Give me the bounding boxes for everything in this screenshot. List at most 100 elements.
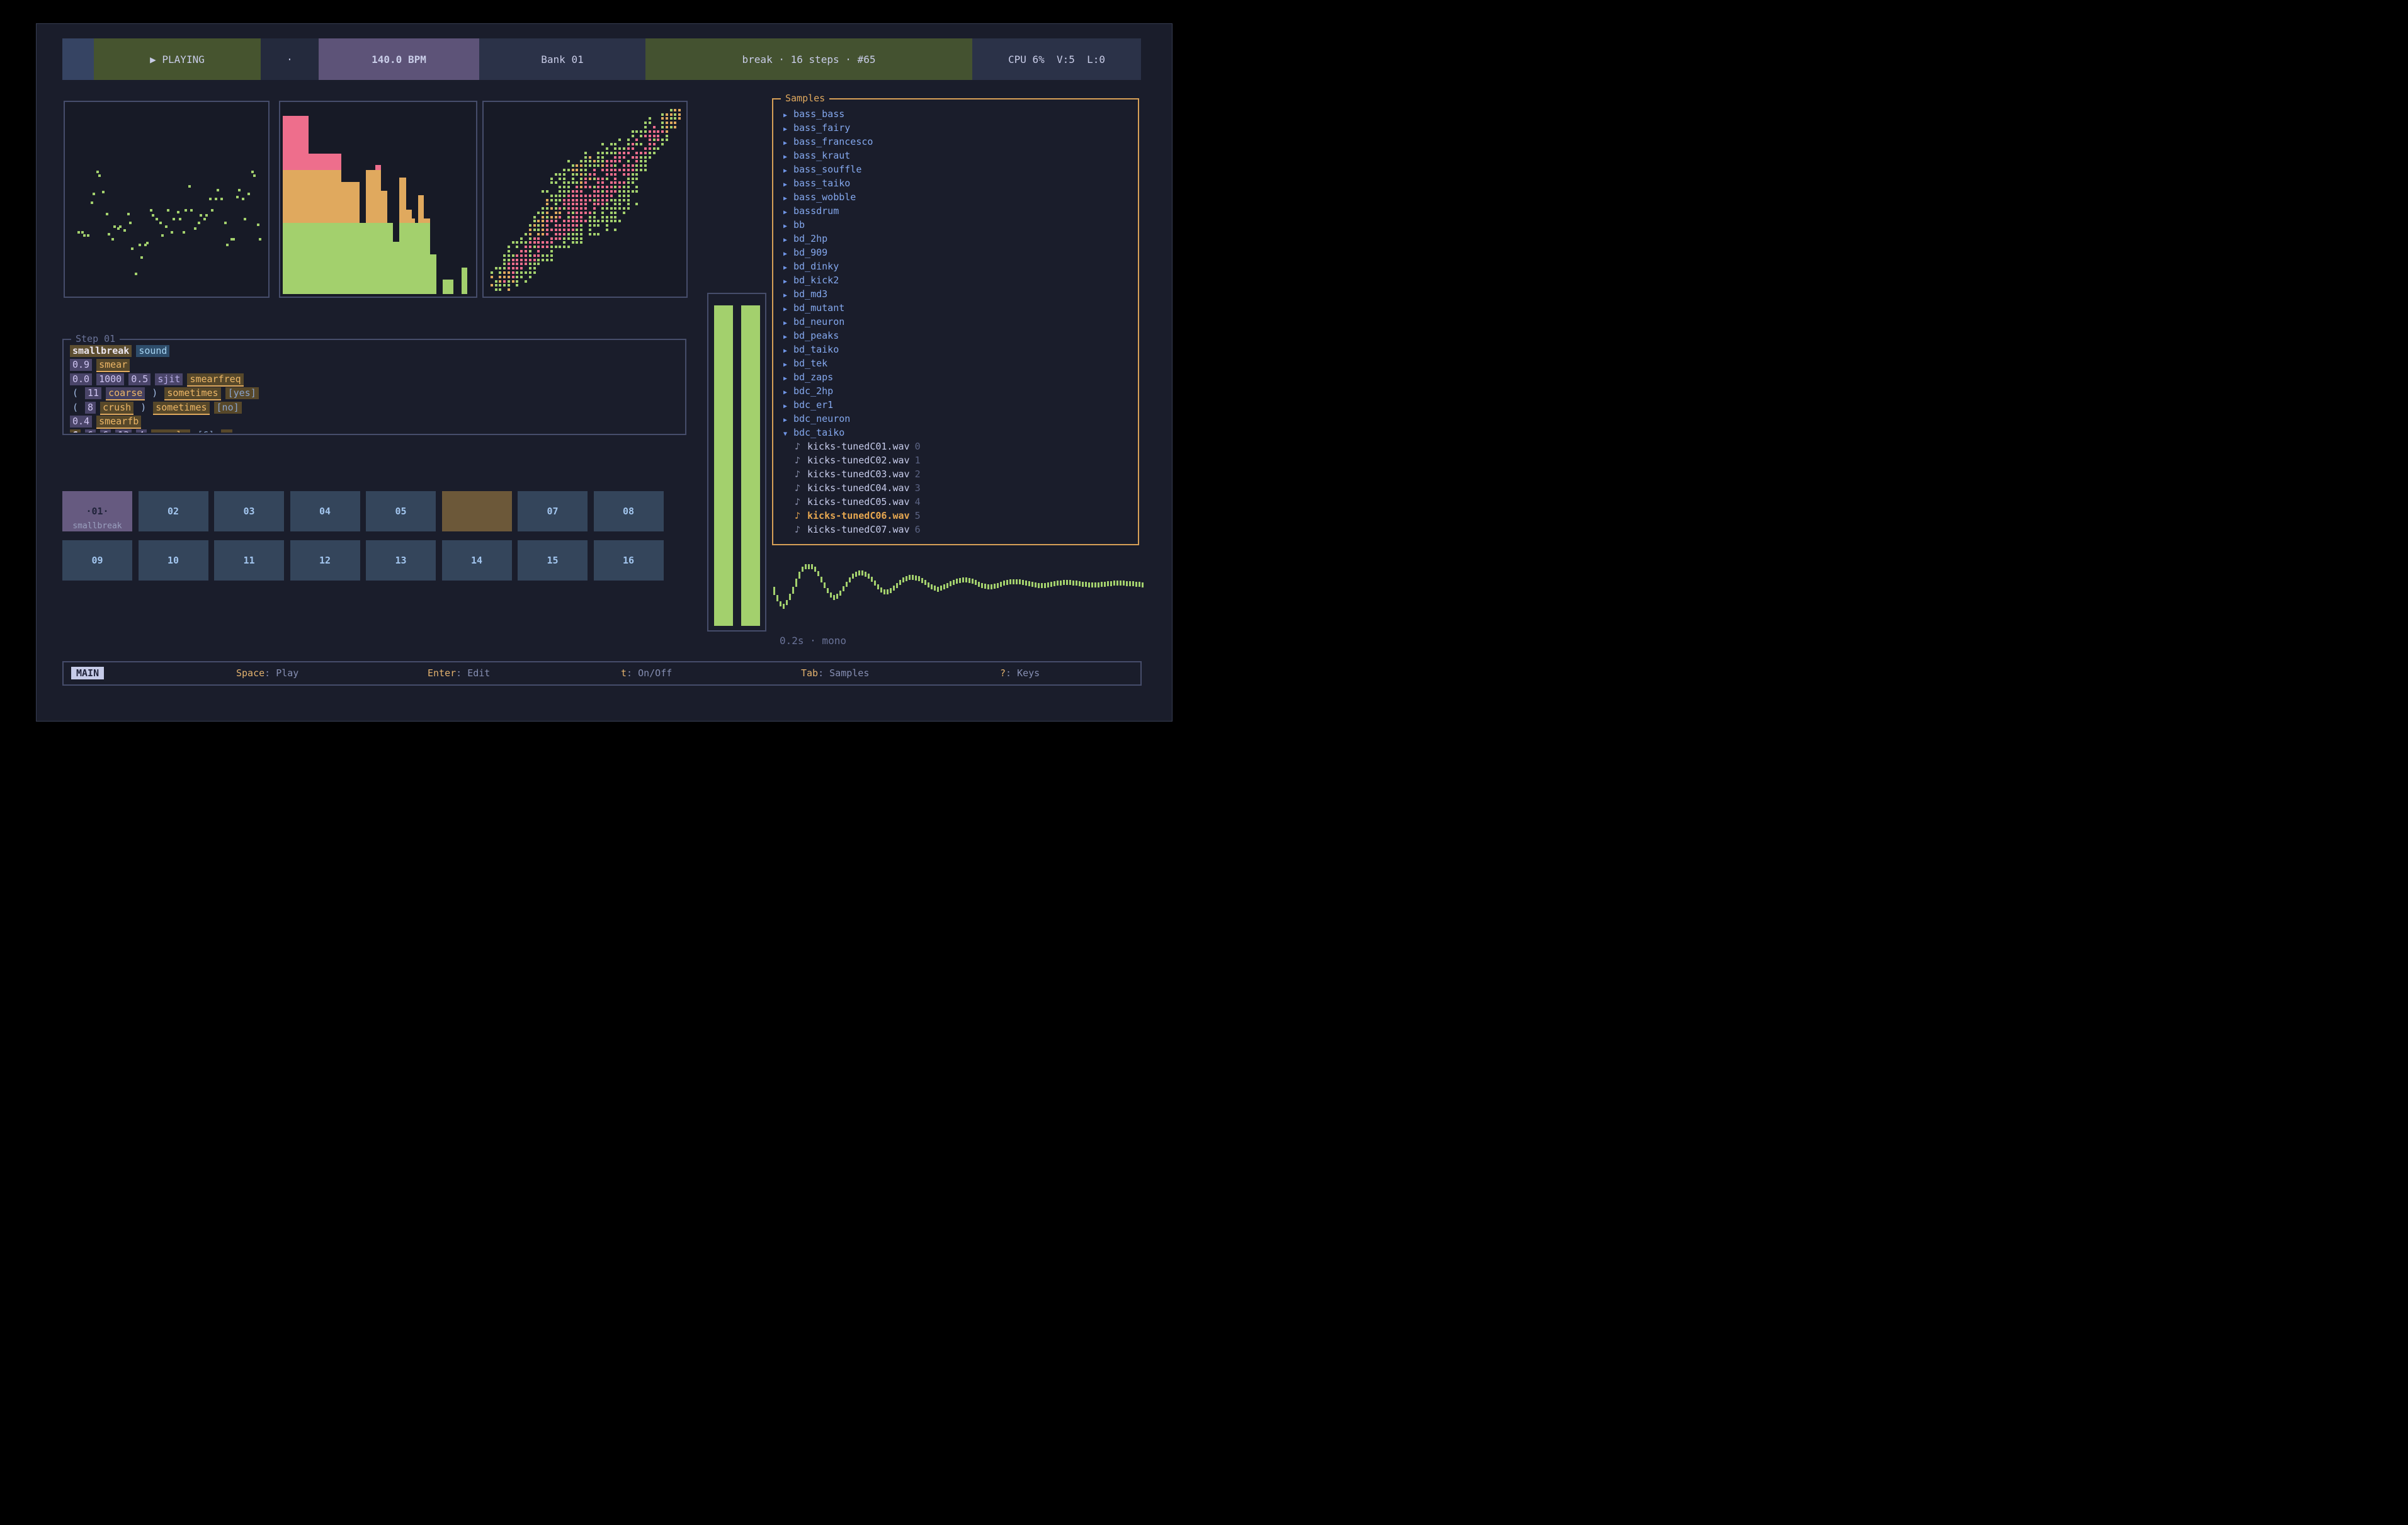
step-cell-label: 14: [471, 555, 482, 566]
sample-folder-row[interactable]: ▶bass_bass: [773, 107, 1137, 121]
sample-folder-row[interactable]: ▶bass_souffle: [773, 162, 1137, 176]
code-token[interactable]: ): [149, 387, 160, 399]
sample-folder-row[interactable]: ▶bd_mutant: [773, 301, 1137, 315]
step-cell-6[interactable]: 06: [442, 491, 512, 531]
transport-segment-gap[interactable]: ·: [261, 38, 319, 80]
step-cell-5[interactable]: 05: [366, 491, 436, 531]
code-token[interactable]: 0.4: [70, 416, 92, 428]
step-cell-3[interactable]: 03: [214, 491, 284, 531]
transport-segment-stats[interactable]: CPU 6% V:5 L:0: [972, 38, 1141, 80]
sample-file-row[interactable]: ♪kicks-tunedC07.wav6: [773, 523, 1137, 536]
leaf-dot: [618, 207, 621, 210]
step-cell-9[interactable]: 09: [62, 540, 132, 581]
code-token[interactable]: 1000: [96, 373, 124, 385]
step-cell-11[interactable]: 11: [214, 540, 284, 581]
step-cell-15[interactable]: 15: [518, 540, 588, 581]
sample-folder-row[interactable]: ▶bass_fairy: [773, 121, 1137, 135]
sample-file-row[interactable]: ♪kicks-tunedC01.wav0: [773, 439, 1137, 453]
code-token[interactable]: sometimes: [164, 387, 220, 400]
code-token[interactable]: 0.0: [70, 373, 92, 385]
leaf-dot: [555, 203, 557, 205]
leaf-dot: [542, 259, 544, 261]
sample-folder-row[interactable]: ▶bass_wobble: [773, 190, 1137, 204]
leaf-dot: [653, 135, 656, 137]
code-token[interactable]: 6: [85, 429, 96, 433]
shortcut-hint-help: ?: Keys: [1000, 667, 1040, 679]
sample-folder-row[interactable]: ▶bd_zaps: [773, 370, 1137, 384]
transport-segment-pattern[interactable]: break · 16 steps · #65: [645, 38, 972, 80]
leaf-dot: [520, 241, 523, 244]
sample-folder-row[interactable]: ▶bdc_neuron: [773, 412, 1137, 426]
code-token[interactable]: sound: [136, 345, 169, 357]
code-token[interactable]: crush: [100, 402, 133, 415]
transport-segment-slot[interactable]: [62, 38, 94, 80]
step-cell-1[interactable]: ·01·smallbreak: [62, 491, 132, 531]
code-token[interactable]: (: [70, 402, 81, 414]
step-cell-8[interactable]: 08: [594, 491, 664, 531]
code-token[interactable]: 6: [100, 429, 111, 433]
code-token[interactable]: sjit: [155, 373, 183, 385]
sample-folder-row[interactable]: ▶bass_kraut: [773, 149, 1137, 162]
code-token[interactable]: smear: [96, 359, 130, 372]
sample-folder-row[interactable]: ▶bd_kick2: [773, 273, 1137, 287]
sample-folder-row[interactable]: ▼bdc_taiko: [773, 426, 1137, 439]
scatter-dot: [159, 222, 162, 224]
code-token[interactable]: sometimes: [153, 402, 209, 415]
step-cell-16[interactable]: 16: [594, 540, 664, 581]
sample-folder-row[interactable]: ▶bd_taiko: [773, 343, 1137, 356]
sample-folder-row[interactable]: ▶bd_neuron: [773, 315, 1137, 329]
sample-folder-row[interactable]: ▶bass_taiko: [773, 176, 1137, 190]
code-token[interactable]: ): [138, 402, 149, 414]
code-token[interactable]: smallbreak: [70, 345, 132, 357]
code-token[interactable]: 4: [136, 429, 147, 433]
code-token[interactable]: 6: [70, 429, 81, 433]
code-token[interactable]: 0.9: [70, 359, 92, 371]
leaf-dot: [623, 173, 625, 176]
sample-list[interactable]: ▶bass_bass▶bass_fairy▶bass_francesco▶bas…: [773, 107, 1137, 543]
sample-file-row[interactable]: ♪kicks-tunedC05.wav4: [773, 495, 1137, 509]
sample-file-row[interactable]: ♪kicks-tunedC02.wav1: [773, 453, 1137, 467]
leaf-dot: [533, 254, 536, 257]
sample-folder-row[interactable]: ▶bdc_er1: [773, 398, 1137, 412]
code-token[interactable]: pcycle: [151, 429, 190, 433]
sample-folder-row[interactable]: ▶bd_peaks: [773, 329, 1137, 343]
code-token[interactable]: [no]: [214, 402, 242, 414]
sample-folder-row[interactable]: ▶bass_francesco: [773, 135, 1137, 149]
step-cell-12[interactable]: 12: [290, 540, 360, 581]
sample-folder-row[interactable]: ▶bd_909: [773, 246, 1137, 259]
step-cell-4[interactable]: 04: [290, 491, 360, 531]
leaf-dot: [614, 186, 616, 188]
sample-folder-row[interactable]: ▶bd_md3: [773, 287, 1137, 301]
code-token[interactable]: smearfb: [96, 416, 141, 429]
code-token[interactable]: 13: [115, 429, 132, 433]
sample-file-row[interactable]: ♪kicks-tunedC06.wav5: [773, 509, 1137, 523]
sample-file-row[interactable]: ♪kicks-tunedC04.wav3: [773, 481, 1137, 495]
transport-segment-bank[interactable]: Bank 01: [479, 38, 645, 80]
transport-segment-playing[interactable]: ▶ PLAYING: [94, 38, 261, 80]
sample-folder-row[interactable]: ▶bd_dinky: [773, 259, 1137, 273]
sample-folder-row[interactable]: ▶bd_2hp: [773, 232, 1137, 246]
code-token[interactable]: (: [70, 387, 81, 399]
code-token[interactable]: [yes]: [225, 387, 259, 399]
sample-file-row[interactable]: ♪kicks-tunedC03.wav2: [773, 467, 1137, 481]
scatter-dot: [200, 214, 202, 217]
code-token[interactable]: n: [221, 429, 232, 433]
step-cell-10[interactable]: 10: [139, 540, 208, 581]
code-token[interactable]: [6]: [195, 429, 217, 433]
leaf-dot: [550, 216, 553, 218]
sample-folder-row[interactable]: ▶bdc_2hp: [773, 384, 1137, 398]
transport-segment-bpm[interactable]: 140.0 BPM: [319, 38, 479, 80]
sample-folder-row[interactable]: ▶bassdrum: [773, 204, 1137, 218]
step-cell-14[interactable]: 14: [442, 540, 512, 581]
step-cell-7[interactable]: 07: [518, 491, 588, 531]
code-token[interactable]: 8: [85, 402, 96, 414]
sample-folder-row[interactable]: ▶bd_tek: [773, 356, 1137, 370]
code-token[interactable]: smearfreq: [187, 373, 243, 387]
step-cell-2[interactable]: 02: [139, 491, 208, 531]
code-token[interactable]: 0.5: [128, 373, 150, 385]
vu-bar-2: [741, 305, 760, 626]
step-cell-13[interactable]: 13: [366, 540, 436, 581]
code-token[interactable]: 11: [85, 387, 101, 399]
sample-folder-row[interactable]: ▶bb: [773, 218, 1137, 232]
code-token[interactable]: coarse: [106, 387, 145, 400]
